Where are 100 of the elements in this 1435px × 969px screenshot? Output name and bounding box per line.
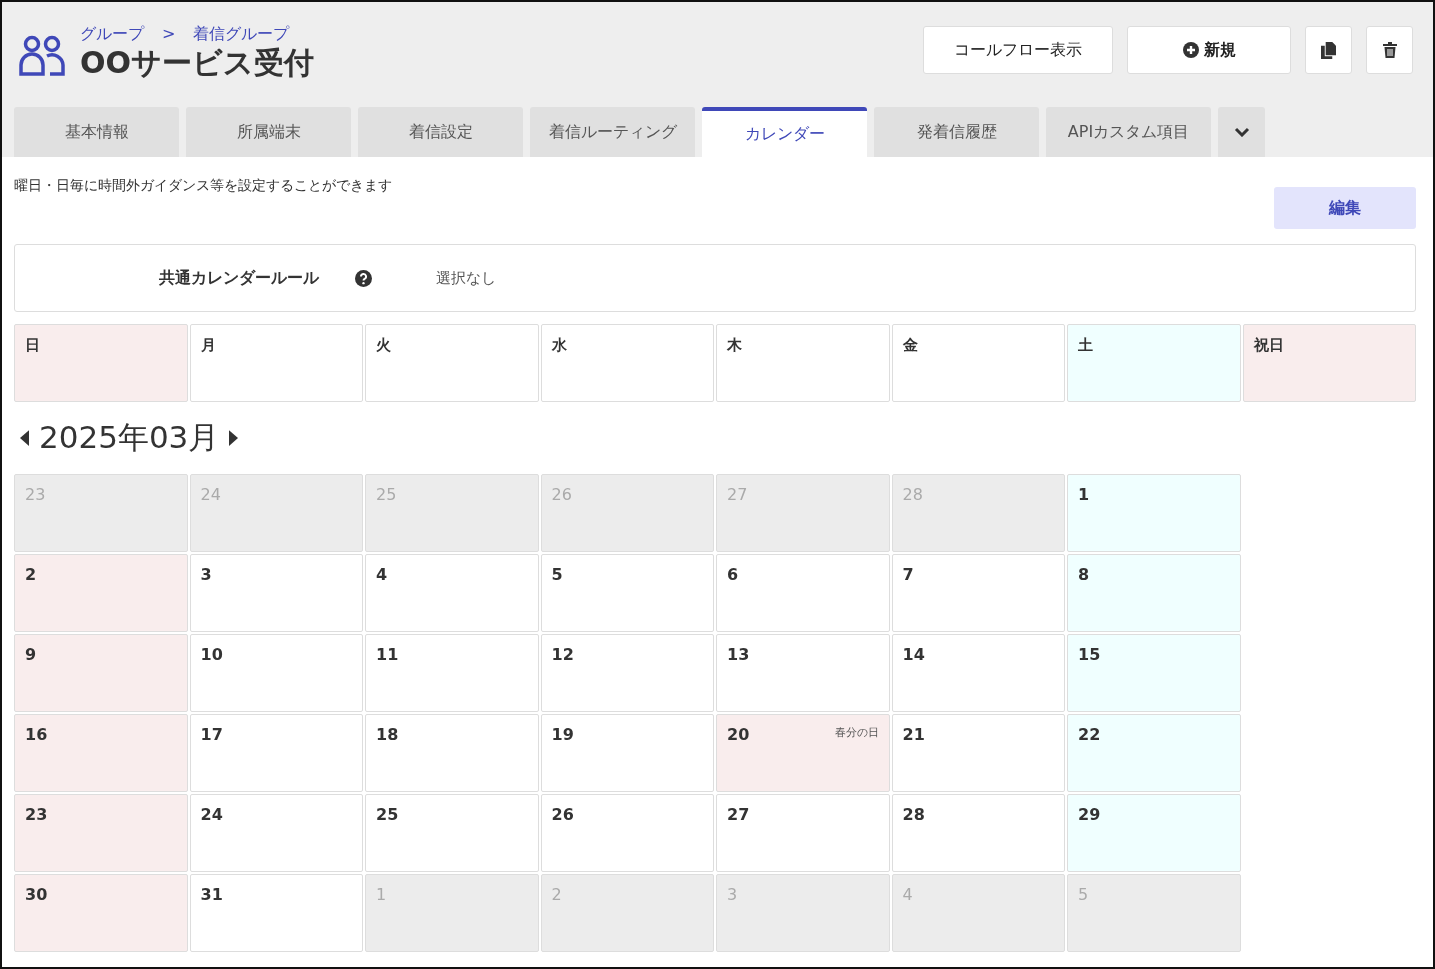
day-number: 7 bbox=[902, 565, 914, 584]
tab[interactable]: APIカスタム項目 bbox=[1046, 107, 1211, 157]
day-cell[interactable]: 25 bbox=[365, 794, 539, 872]
day-cell[interactable]: 8 bbox=[1067, 554, 1241, 632]
day-cell[interactable]: 30 bbox=[14, 874, 188, 952]
weekday-cell[interactable]: 火 bbox=[365, 324, 539, 402]
weekday-label: 土 bbox=[1078, 336, 1093, 354]
day-cell[interactable]: 18 bbox=[365, 714, 539, 792]
next-month-icon[interactable] bbox=[229, 430, 239, 446]
day-cell[interactable]: 17 bbox=[189, 714, 363, 792]
tab[interactable]: 着信ルーティング bbox=[530, 107, 695, 157]
call-flow-button[interactable]: コールフロー表示 bbox=[923, 26, 1113, 74]
plus-circle-icon bbox=[1182, 42, 1199, 58]
weekday-cell[interactable]: 土 bbox=[1067, 324, 1241, 402]
day-number: 3 bbox=[727, 885, 738, 904]
day-cell[interactable]: 2 bbox=[14, 554, 188, 632]
day-number: 24 bbox=[200, 805, 223, 824]
tab[interactable]: カレンダー bbox=[702, 107, 867, 157]
day-number: 27 bbox=[727, 485, 748, 504]
day-cell[interactable]: 16 bbox=[14, 714, 188, 792]
breadcrumb-link[interactable]: 着信グループ bbox=[193, 24, 290, 45]
weekday-cell[interactable]: 月 bbox=[189, 324, 363, 402]
holiday-name: 春分の日 bbox=[834, 725, 879, 740]
edit-button[interactable]: 編集 bbox=[1274, 187, 1416, 229]
day-number: 1 bbox=[376, 885, 387, 904]
day-number: 28 bbox=[902, 805, 925, 824]
rule-value: 選択なし bbox=[436, 268, 496, 288]
more-tabs-button[interactable] bbox=[1218, 107, 1265, 157]
day-number: 3 bbox=[200, 565, 212, 584]
day-cell[interactable]: 26 bbox=[540, 794, 714, 872]
day-number: 28 bbox=[902, 485, 923, 504]
day-number: 30 bbox=[25, 885, 48, 904]
weekday-cell[interactable]: 水 bbox=[540, 324, 714, 402]
breadcrumb-separator: > bbox=[162, 24, 176, 45]
day-number: 9 bbox=[25, 645, 37, 664]
day-number: 12 bbox=[551, 645, 574, 664]
day-cell[interactable]: 7 bbox=[891, 554, 1065, 632]
tab[interactable]: 発着信履歴 bbox=[874, 107, 1039, 157]
tab[interactable]: 所属端末 bbox=[186, 107, 351, 157]
day-cell[interactable]: 15 bbox=[1067, 634, 1241, 712]
day-number: 16 bbox=[25, 725, 48, 744]
tab[interactable]: 着信設定 bbox=[358, 107, 523, 157]
day-number: 2 bbox=[25, 565, 37, 584]
help-icon[interactable] bbox=[355, 269, 372, 287]
day-cell[interactable]: 1 bbox=[1067, 474, 1241, 552]
weekday-cell[interactable]: 金 bbox=[891, 324, 1065, 402]
weekday-label: 火 bbox=[376, 336, 391, 354]
tab[interactable]: 基本情報 bbox=[14, 107, 179, 157]
day-cell[interactable]: 28 bbox=[891, 794, 1065, 872]
day-cell[interactable]: 19 bbox=[540, 714, 714, 792]
day-number: 4 bbox=[376, 565, 388, 584]
day-cell[interactable]: 6 bbox=[716, 554, 890, 632]
day-number: 5 bbox=[551, 565, 563, 584]
day-cell[interactable]: 10 bbox=[189, 634, 363, 712]
rule-label: 共通カレンダールール bbox=[159, 267, 319, 289]
day-number: 26 bbox=[551, 485, 572, 504]
weekday-cell[interactable]: 日 bbox=[14, 324, 188, 402]
day-cell[interactable]: 29 bbox=[1067, 794, 1241, 872]
day-number: 18 bbox=[376, 725, 399, 744]
day-number: 11 bbox=[376, 645, 399, 664]
day-cell[interactable]: 14 bbox=[891, 634, 1065, 712]
weekday-label: 祝日 bbox=[1253, 336, 1284, 354]
day-cell[interactable]: 3 bbox=[189, 554, 363, 632]
day-cell[interactable]: 5 bbox=[540, 554, 714, 632]
day-cell[interactable]: 27 bbox=[716, 794, 890, 872]
day-cell[interactable]: 20 春分の日 bbox=[716, 714, 890, 792]
day-cell[interactable]: 22 bbox=[1067, 714, 1241, 792]
day-number: 24 bbox=[200, 485, 221, 504]
delete-button[interactable] bbox=[1366, 26, 1413, 74]
day-cell[interactable]: 31 bbox=[189, 874, 363, 952]
weekday-label: 月 bbox=[200, 336, 216, 354]
day-number: 25 bbox=[376, 485, 397, 504]
day-number: 19 bbox=[551, 725, 574, 744]
day-number: 23 bbox=[25, 805, 48, 824]
previous-month-icon[interactable] bbox=[20, 430, 29, 446]
weekday-label: 木 bbox=[727, 336, 742, 354]
copy-icon bbox=[1321, 41, 1336, 59]
copy-button[interactable] bbox=[1305, 26, 1352, 74]
day-cell[interactable]: 24 bbox=[189, 794, 363, 872]
chevron-down-icon bbox=[1233, 127, 1250, 137]
day-number: 27 bbox=[727, 805, 750, 824]
month-title: 2025年03月 bbox=[39, 418, 220, 457]
day-number: 29 bbox=[1078, 805, 1101, 824]
day-cell[interactable]: 9 bbox=[14, 634, 188, 712]
breadcrumb-link[interactable]: グループ bbox=[80, 24, 144, 45]
day-number: 17 bbox=[200, 725, 223, 744]
weekday-cell[interactable]: 祝日 bbox=[1242, 324, 1416, 402]
day-number: 10 bbox=[200, 645, 223, 664]
day-cell[interactable]: 13 bbox=[716, 634, 890, 712]
day-cell[interactable]: 12 bbox=[540, 634, 714, 712]
weekday-cell[interactable]: 木 bbox=[716, 324, 890, 402]
day-number: 4 bbox=[902, 885, 913, 904]
day-number: 31 bbox=[200, 885, 223, 904]
day-cell[interactable]: 4 bbox=[365, 554, 539, 632]
day-cell[interactable]: 11 bbox=[365, 634, 539, 712]
new-button[interactable]: 新規 bbox=[1127, 26, 1291, 74]
day-cell[interactable]: 23 bbox=[14, 794, 188, 872]
weekday-label: 日 bbox=[25, 336, 40, 354]
day-cell[interactable]: 21 bbox=[891, 714, 1065, 792]
description-text: 曜日・日毎に時間外ガイダンス等を設定することができます bbox=[14, 177, 392, 195]
